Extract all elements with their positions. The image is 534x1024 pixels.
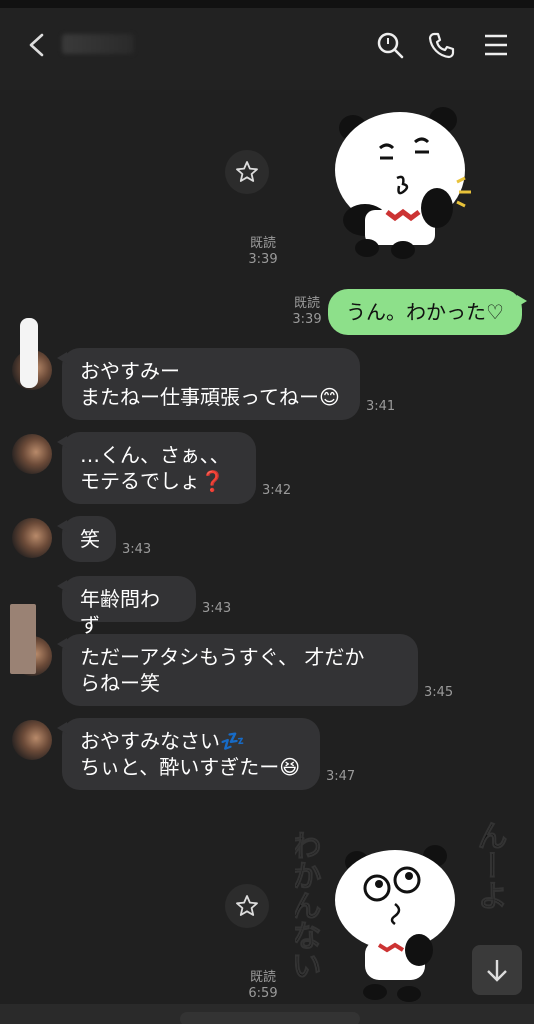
message-time: 3:42: [262, 483, 292, 498]
read-receipt: 既読 3:39: [248, 236, 278, 267]
read-receipt: 既読 6:59: [248, 970, 278, 1001]
phone-icon[interactable]: [427, 30, 457, 60]
outgoing-message[interactable]: うん。わかった♡: [328, 289, 527, 335]
redaction-mark: [10, 604, 36, 674]
star-icon[interactable]: [225, 150, 269, 194]
incoming-message[interactable]: おやすみー またねー仕事頑張ってねー😊: [57, 348, 360, 420]
incoming-message[interactable]: …くん、さぁ、、 モテるでしょ❓: [57, 432, 256, 504]
incoming-message[interactable]: 年齢問わず: [57, 576, 196, 637]
back-icon[interactable]: [22, 30, 52, 60]
menu-icon[interactable]: [481, 30, 511, 60]
avatar[interactable]: [12, 434, 52, 474]
incoming-message[interactable]: 笑: [57, 516, 116, 562]
avatar[interactable]: [12, 518, 52, 558]
sticker-text: んーよ: [472, 820, 507, 910]
arrow-down-icon: [487, 960, 507, 982]
incoming-message[interactable]: ただーアタシもうすぐ、 才だか らねー笑: [57, 634, 418, 706]
redaction-mark: [20, 318, 38, 388]
status-strip: [0, 0, 534, 8]
sticker-text: わかんない: [295, 830, 321, 980]
incoming-message[interactable]: おやすみなさい💤 ちぃと、酔いすぎたー😆: [57, 718, 320, 790]
read-receipt: 既読 3:39: [292, 296, 322, 327]
input-bar: [0, 1004, 534, 1024]
message-time: 3:45: [424, 685, 454, 700]
message-time: 3:47: [326, 769, 356, 784]
chat-header: [0, 0, 534, 90]
message-time: 3:43: [122, 542, 152, 557]
panda-sticker[interactable]: [325, 100, 485, 270]
message-input[interactable]: [180, 1012, 360, 1024]
chat-title: [62, 34, 134, 54]
message-time: 3:41: [366, 399, 396, 414]
message-time: 3:43: [202, 601, 232, 616]
search-icon[interactable]: [375, 30, 405, 60]
scroll-down-button[interactable]: [472, 945, 522, 995]
avatar[interactable]: [12, 720, 52, 760]
star-icon[interactable]: [225, 884, 269, 928]
